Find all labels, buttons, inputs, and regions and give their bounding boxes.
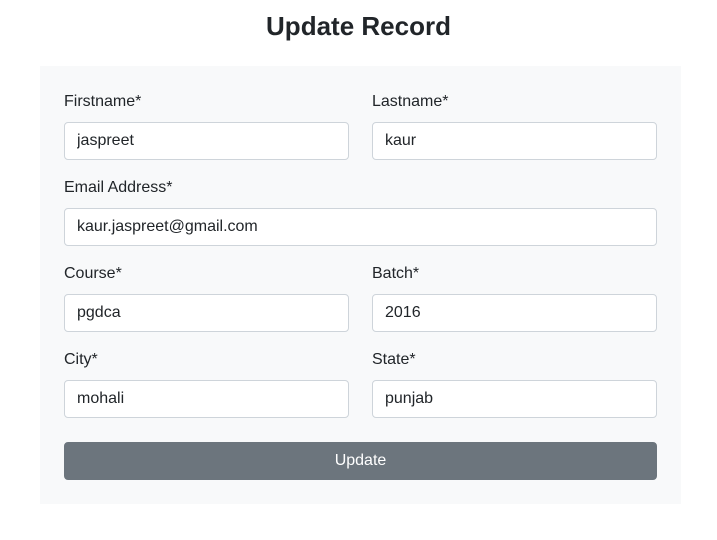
update-record-form: Firstname* Lastname* Email Address* Cour… bbox=[40, 66, 681, 504]
lastname-input[interactable] bbox=[372, 122, 657, 160]
course-input[interactable] bbox=[64, 294, 349, 332]
course-label: Course* bbox=[64, 265, 122, 282]
state-label: State* bbox=[372, 351, 416, 368]
batch-label: Batch* bbox=[372, 265, 420, 282]
page-title: Update Record bbox=[266, 11, 451, 41]
firstname-label: Firstname* bbox=[64, 93, 142, 110]
email-input[interactable] bbox=[64, 208, 657, 246]
city-label: City* bbox=[64, 351, 98, 368]
firstname-input[interactable] bbox=[64, 122, 349, 160]
email-label: Email Address* bbox=[64, 179, 173, 196]
lastname-label: Lastname* bbox=[372, 93, 449, 110]
batch-input[interactable] bbox=[372, 294, 657, 332]
state-input[interactable] bbox=[372, 380, 657, 418]
update-button[interactable]: Update bbox=[64, 442, 657, 480]
city-input[interactable] bbox=[64, 380, 349, 418]
